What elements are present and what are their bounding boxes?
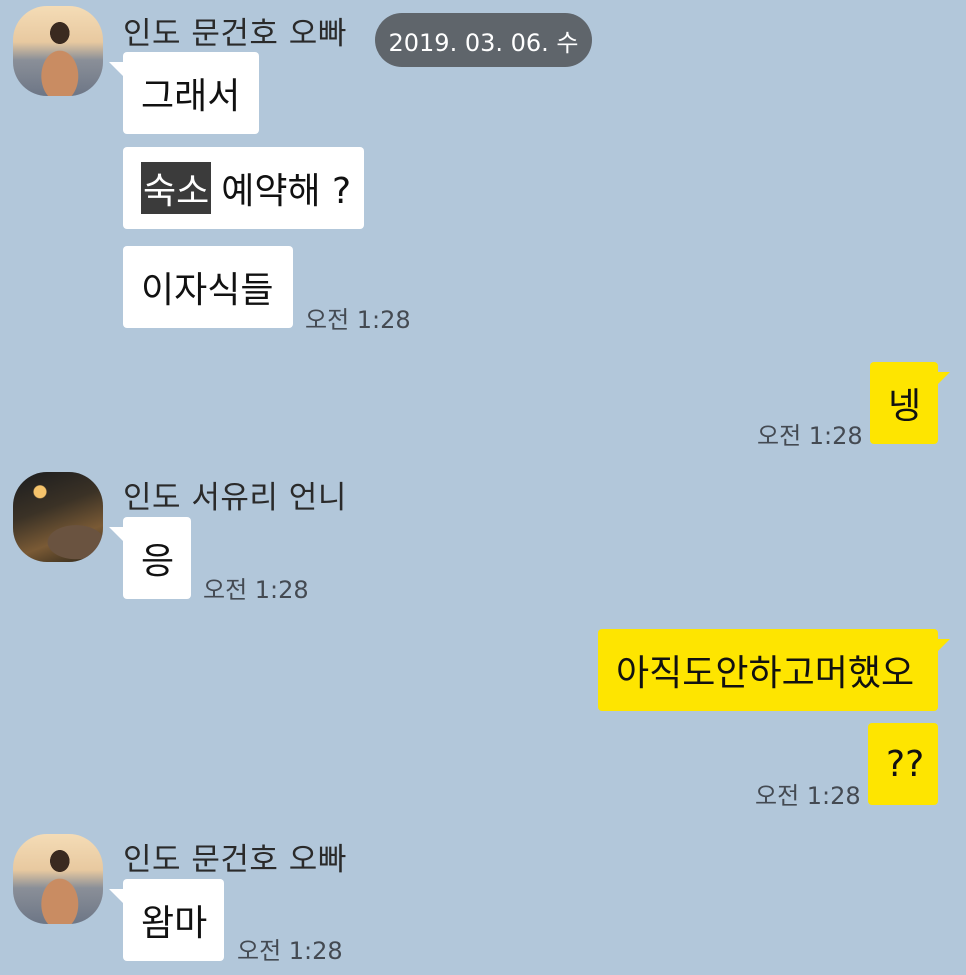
message-bubble[interactable]: ?? [868,723,938,805]
message-text: 예약해 ? [221,171,352,212]
message-time: 오전 1:28 [305,306,411,334]
message-text: 이자식들 [141,270,274,311]
message-bubble[interactable]: 응 [123,517,191,599]
message-time: 오전 1:28 [203,576,309,604]
bubble-tail [109,889,123,903]
sender-name: 인도 문건호 오빠 [123,16,347,52]
date-divider: 2019. 03. 06. 수 [375,13,592,67]
message-text: ?? [886,743,925,785]
sender-avatar[interactable] [13,472,103,562]
bubble-tail [109,527,123,541]
message-bubble[interactable]: 아직도안하고머했오 [598,629,938,711]
message-text: 왐마 [141,903,208,944]
highlighted-text: 숙소 [141,162,212,214]
message-text: 그래서 [141,76,241,117]
message-text: 아직도안하고머했오 [616,653,915,694]
message-bubble[interactable]: 숙소 예약해 ? [123,147,364,229]
sender-name: 인도 서유리 언니 [123,480,347,516]
bubble-tail [936,639,950,653]
bubble-tail [109,62,123,76]
sender-avatar[interactable] [13,6,103,96]
message-time: 오전 1:28 [755,782,861,810]
bubble-tail [936,372,950,386]
message-time: 오전 1:28 [237,937,343,965]
sender-avatar[interactable] [13,834,103,924]
message-text: 넹 [888,386,922,427]
message-bubble[interactable]: 그래서 [123,52,259,134]
message-time: 오전 1:28 [757,422,863,450]
message-text: 응 [141,541,175,582]
message-bubble[interactable]: 이자식들 [123,246,293,328]
message-bubble[interactable]: 넹 [870,362,938,444]
message-bubble[interactable]: 왐마 [123,879,224,961]
sender-name: 인도 문건호 오빠 [123,842,347,878]
